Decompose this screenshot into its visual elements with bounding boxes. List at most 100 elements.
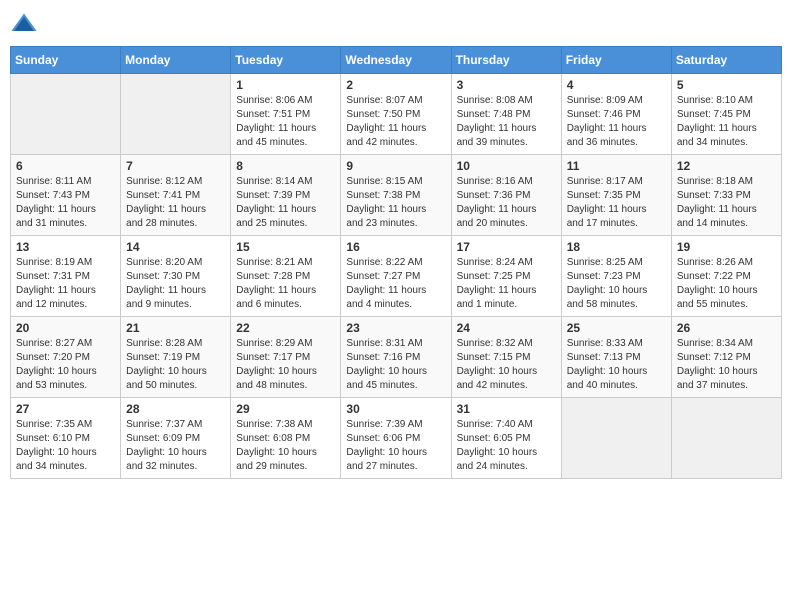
day-info: Sunrise: 8:19 AM Sunset: 7:31 PM Dayligh… (16, 256, 115, 312)
calendar-cell (671, 398, 781, 479)
day-info: Sunrise: 8:29 AM Sunset: 7:17 PM Dayligh… (236, 337, 335, 393)
day-info: Sunrise: 8:08 AM Sunset: 7:48 PM Dayligh… (457, 94, 556, 150)
day-number: 13 (16, 240, 115, 254)
day-number: 23 (346, 321, 445, 335)
day-number: 10 (457, 159, 556, 173)
day-number: 20 (16, 321, 115, 335)
day-info: Sunrise: 7:37 AM Sunset: 6:09 PM Dayligh… (126, 418, 225, 474)
day-info: Sunrise: 8:31 AM Sunset: 7:16 PM Dayligh… (346, 337, 445, 393)
day-number: 8 (236, 159, 335, 173)
calendar-cell: 17 Sunrise: 8:24 AM Sunset: 7:25 PM Dayli… (451, 236, 561, 317)
day-info: Sunrise: 8:14 AM Sunset: 7:39 PM Dayligh… (236, 175, 335, 231)
day-info: Sunrise: 8:34 AM Sunset: 7:12 PM Dayligh… (677, 337, 776, 393)
day-header-wednesday: Wednesday (341, 47, 451, 74)
day-number: 29 (236, 402, 335, 416)
day-number: 31 (457, 402, 556, 416)
week-row-5: 27 Sunrise: 7:35 AM Sunset: 6:10 PM Dayli… (11, 398, 782, 479)
day-number: 15 (236, 240, 335, 254)
calendar-cell: 3Sunrise: 8:08 AM Sunset: 7:48 PM Daylig… (451, 74, 561, 155)
calendar-cell: 27 Sunrise: 7:35 AM Sunset: 6:10 PM Dayli… (11, 398, 121, 479)
calendar-table: SundayMondayTuesdayWednesdayThursdayFrid… (10, 46, 782, 479)
calendar-cell: 5 Sunrise: 8:10 AM Sunset: 7:45 PM Daylig… (671, 74, 781, 155)
day-header-thursday: Thursday (451, 47, 561, 74)
calendar-cell: 19Sunrise: 8:26 AM Sunset: 7:22 PM Dayli… (671, 236, 781, 317)
calendar-cell (561, 398, 671, 479)
day-info: Sunrise: 8:32 AM Sunset: 7:15 PM Dayligh… (457, 337, 556, 393)
day-header-monday: Monday (121, 47, 231, 74)
day-info: Sunrise: 8:26 AM Sunset: 7:22 PM Dayligh… (677, 256, 776, 312)
day-info: Sunrise: 8:07 AM Sunset: 7:50 PM Dayligh… (346, 94, 445, 150)
day-number: 4 (567, 78, 666, 92)
calendar-cell: 31 Sunrise: 7:40 AM Sunset: 6:05 PM Dayli… (451, 398, 561, 479)
calendar-cell: 23 Sunrise: 8:31 AM Sunset: 7:16 PM Dayli… (341, 317, 451, 398)
day-info: Sunrise: 8:12 AM Sunset: 7:41 PM Dayligh… (126, 175, 225, 231)
day-number: 1 (236, 78, 335, 92)
logo-icon (10, 10, 38, 38)
day-info: Sunrise: 7:38 AM Sunset: 6:08 PM Dayligh… (236, 418, 335, 474)
day-number: 25 (567, 321, 666, 335)
calendar-cell (11, 74, 121, 155)
calendar-cell: 14Sunrise: 8:20 AM Sunset: 7:30 PM Dayli… (121, 236, 231, 317)
day-number: 5 (677, 78, 776, 92)
day-info: Sunrise: 7:40 AM Sunset: 6:05 PM Dayligh… (457, 418, 556, 474)
day-info: Sunrise: 8:17 AM Sunset: 7:35 PM Dayligh… (567, 175, 666, 231)
day-number: 7 (126, 159, 225, 173)
day-number: 17 (457, 240, 556, 254)
day-info: Sunrise: 8:24 AM Sunset: 7:25 PM Dayligh… (457, 256, 556, 312)
day-info: Sunrise: 8:21 AM Sunset: 7:28 PM Dayligh… (236, 256, 335, 312)
calendar-cell (121, 74, 231, 155)
day-info: Sunrise: 8:28 AM Sunset: 7:19 PM Dayligh… (126, 337, 225, 393)
week-row-3: 13 Sunrise: 8:19 AM Sunset: 7:31 PM Dayli… (11, 236, 782, 317)
day-number: 24 (457, 321, 556, 335)
calendar-cell: 20 Sunrise: 8:27 AM Sunset: 7:20 PM Dayli… (11, 317, 121, 398)
calendar-cell: 4 Sunrise: 8:09 AM Sunset: 7:46 PM Daylig… (561, 74, 671, 155)
day-info: Sunrise: 8:20 AM Sunset: 7:30 PM Dayligh… (126, 256, 225, 312)
calendar-cell: 13 Sunrise: 8:19 AM Sunset: 7:31 PM Dayli… (11, 236, 121, 317)
day-number: 9 (346, 159, 445, 173)
day-info: Sunrise: 8:09 AM Sunset: 7:46 PM Dayligh… (567, 94, 666, 150)
week-row-4: 20 Sunrise: 8:27 AM Sunset: 7:20 PM Dayli… (11, 317, 782, 398)
calendar-cell: 8 Sunrise: 8:14 AM Sunset: 7:39 PM Daylig… (231, 155, 341, 236)
calendar-cell: 18 Sunrise: 8:25 AM Sunset: 7:23 PM Dayli… (561, 236, 671, 317)
calendar-cell: 30Sunrise: 7:39 AM Sunset: 6:06 PM Dayli… (341, 398, 451, 479)
day-number: 2 (346, 78, 445, 92)
calendar-cell: 9 Sunrise: 8:15 AM Sunset: 7:38 PM Daylig… (341, 155, 451, 236)
calendar-cell: 21 Sunrise: 8:28 AM Sunset: 7:19 PM Dayli… (121, 317, 231, 398)
calendar-cell: 7 Sunrise: 8:12 AM Sunset: 7:41 PM Daylig… (121, 155, 231, 236)
day-info: Sunrise: 8:18 AM Sunset: 7:33 PM Dayligh… (677, 175, 776, 231)
calendar-cell: 24 Sunrise: 8:32 AM Sunset: 7:15 PM Dayli… (451, 317, 561, 398)
day-number: 12 (677, 159, 776, 173)
day-header-tuesday: Tuesday (231, 47, 341, 74)
day-number: 22 (236, 321, 335, 335)
page-header (10, 10, 782, 38)
day-header-sunday: Sunday (11, 47, 121, 74)
day-info: Sunrise: 8:16 AM Sunset: 7:36 PM Dayligh… (457, 175, 556, 231)
calendar-cell: 29 Sunrise: 7:38 AM Sunset: 6:08 PM Dayli… (231, 398, 341, 479)
day-number: 21 (126, 321, 225, 335)
day-info: Sunrise: 7:35 AM Sunset: 6:10 PM Dayligh… (16, 418, 115, 474)
day-info: Sunrise: 8:11 AM Sunset: 7:43 PM Dayligh… (16, 175, 115, 231)
week-row-2: 6 Sunrise: 8:11 AM Sunset: 7:43 PM Daylig… (11, 155, 782, 236)
day-info: Sunrise: 8:10 AM Sunset: 7:45 PM Dayligh… (677, 94, 776, 150)
calendar-cell: 16 Sunrise: 8:22 AM Sunset: 7:27 PM Dayli… (341, 236, 451, 317)
day-number: 28 (126, 402, 225, 416)
day-info: Sunrise: 7:39 AM Sunset: 6:06 PM Dayligh… (346, 418, 445, 474)
day-number: 16 (346, 240, 445, 254)
day-number: 6 (16, 159, 115, 173)
day-number: 18 (567, 240, 666, 254)
day-info: Sunrise: 8:22 AM Sunset: 7:27 PM Dayligh… (346, 256, 445, 312)
calendar-cell: 1Sunrise: 8:06 AM Sunset: 7:51 PM Daylig… (231, 74, 341, 155)
day-header-friday: Friday (561, 47, 671, 74)
day-number: 26 (677, 321, 776, 335)
day-info: Sunrise: 8:15 AM Sunset: 7:38 PM Dayligh… (346, 175, 445, 231)
calendar-cell: 11Sunrise: 8:17 AM Sunset: 7:35 PM Dayli… (561, 155, 671, 236)
calendar-cell: 25Sunrise: 8:33 AM Sunset: 7:13 PM Dayli… (561, 317, 671, 398)
day-number: 27 (16, 402, 115, 416)
calendar-cell: 22 Sunrise: 8:29 AM Sunset: 7:17 PM Dayli… (231, 317, 341, 398)
calendar-cell: 6 Sunrise: 8:11 AM Sunset: 7:43 PM Daylig… (11, 155, 121, 236)
day-info: Sunrise: 8:25 AM Sunset: 7:23 PM Dayligh… (567, 256, 666, 312)
week-row-1: 1Sunrise: 8:06 AM Sunset: 7:51 PM Daylig… (11, 74, 782, 155)
calendar-cell: 2 Sunrise: 8:07 AM Sunset: 7:50 PM Daylig… (341, 74, 451, 155)
calendar-cell: 12 Sunrise: 8:18 AM Sunset: 7:33 PM Dayli… (671, 155, 781, 236)
day-info: Sunrise: 8:27 AM Sunset: 7:20 PM Dayligh… (16, 337, 115, 393)
